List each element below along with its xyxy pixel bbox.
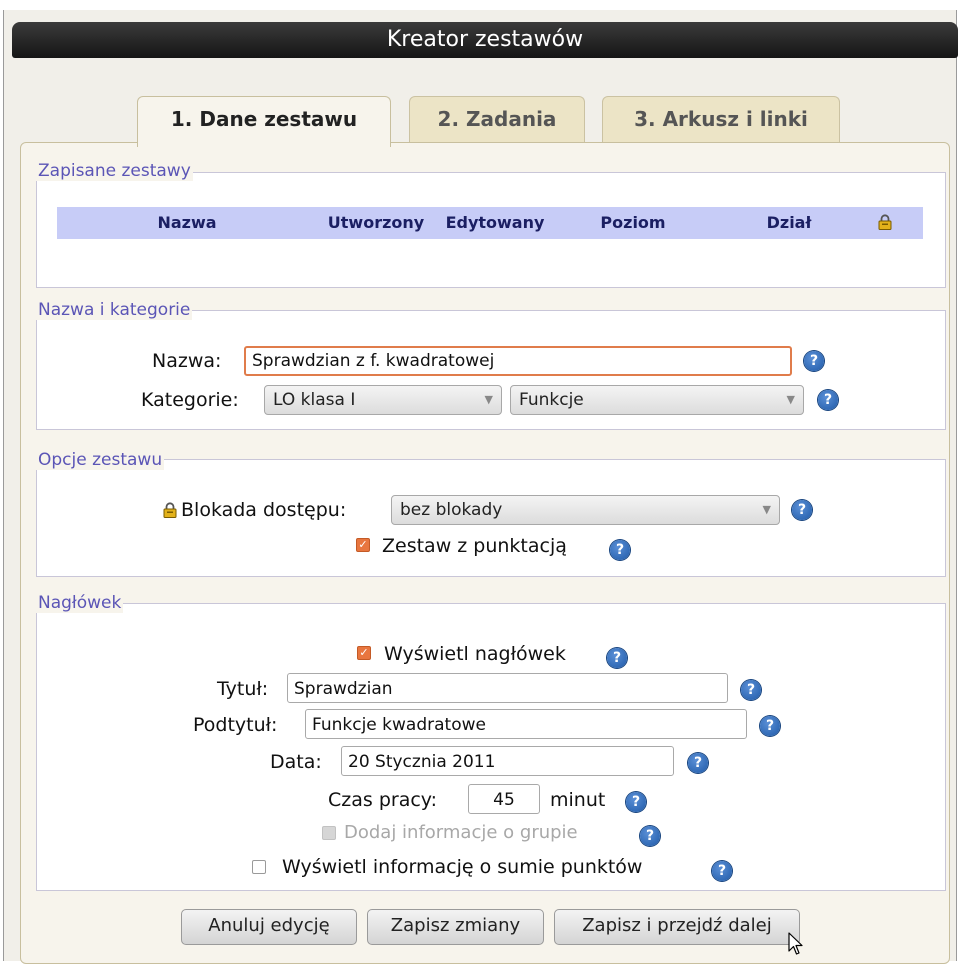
group-info-checkbox[interactable] bbox=[322, 826, 336, 840]
work-time-label: Czas pracy: bbox=[328, 789, 438, 811]
lock-icon bbox=[163, 502, 177, 518]
cancel-edit-button[interactable]: Anuluj edycję bbox=[181, 909, 357, 945]
help-icon[interactable]: ? bbox=[792, 500, 812, 520]
help-icon[interactable]: ? bbox=[741, 680, 761, 700]
category-label: Kategorie: bbox=[141, 389, 239, 411]
header-legend: Nagłówek bbox=[36, 593, 124, 613]
save-changes-button[interactable]: Zapisz zmiany bbox=[367, 909, 544, 945]
chevron-down-icon: ▼ bbox=[762, 503, 771, 516]
help-icon[interactable]: ? bbox=[626, 792, 646, 812]
title-label: Tytuł: bbox=[217, 678, 269, 700]
window-title: Kreator zestawów bbox=[12, 22, 958, 58]
show-header-label: Wyświetl nagłówek bbox=[384, 643, 566, 665]
work-time-input[interactable]: 45 bbox=[468, 784, 540, 814]
tab-arkusz-i-linki[interactable]: 3. Arkusz i linki bbox=[602, 96, 840, 143]
points-sum-checkbox[interactable] bbox=[252, 860, 266, 874]
column-header-utworzony[interactable]: Utworzony bbox=[317, 207, 435, 239]
category-select-2[interactable]: Funkcje ▼ bbox=[510, 385, 804, 415]
subtitle-label: Podtytuł: bbox=[193, 714, 278, 736]
help-icon[interactable]: ? bbox=[712, 861, 732, 881]
help-icon[interactable]: ? bbox=[804, 351, 824, 371]
saved-sets-table-header: Nazwa Utworzony Edytowany Poziom Dział bbox=[57, 207, 923, 239]
save-and-next-button[interactable]: Zapisz i przejdź dalej bbox=[554, 909, 800, 945]
access-lock-select[interactable]: bez blokady ▼ bbox=[391, 495, 780, 525]
subtitle-input[interactable]: Funkcje kwadratowe bbox=[305, 709, 747, 739]
category-select-1-value: LO klasa I bbox=[273, 390, 356, 410]
mouse-cursor-icon bbox=[788, 932, 803, 955]
name-category-legend: Nazwa i kategorie bbox=[36, 300, 193, 320]
column-header-poziom[interactable]: Poziom bbox=[555, 207, 711, 239]
title-input[interactable]: Sprawdzian bbox=[287, 673, 728, 703]
date-input[interactable]: 20 Stycznia 2011 bbox=[341, 746, 674, 776]
access-lock-label: Blokada dostępu: bbox=[181, 499, 347, 521]
scoring-label: Zestaw z punktacją bbox=[382, 535, 567, 557]
options-legend: Opcje zestawu bbox=[36, 450, 165, 470]
scoring-checkbox[interactable]: ✓ bbox=[356, 538, 370, 552]
help-icon[interactable]: ? bbox=[610, 540, 630, 560]
access-lock-value: bez blokady bbox=[400, 500, 503, 520]
help-icon[interactable]: ? bbox=[688, 753, 708, 773]
help-icon[interactable]: ? bbox=[607, 648, 627, 668]
help-icon[interactable]: ? bbox=[818, 390, 838, 410]
points-sum-label: Wyświetl informację o sumie punktów bbox=[282, 856, 643, 878]
category-select-2-value: Funkcje bbox=[519, 390, 584, 410]
tab-zadania[interactable]: 2. Zadania bbox=[409, 96, 585, 143]
group-info-label: Dodaj informacje o grupie bbox=[344, 822, 578, 843]
help-icon[interactable]: ? bbox=[760, 716, 780, 736]
chevron-down-icon: ▼ bbox=[484, 393, 493, 406]
column-header-dzial[interactable]: Dział bbox=[711, 207, 867, 239]
saved-sets-legend: Zapisane zestawy bbox=[36, 161, 193, 181]
help-icon[interactable]: ? bbox=[640, 826, 660, 846]
chevron-down-icon: ▼ bbox=[786, 393, 795, 406]
work-time-unit: minut bbox=[550, 789, 606, 811]
tab-dane-zestawu[interactable]: 1. Dane zestawu bbox=[137, 96, 391, 147]
show-header-checkbox[interactable]: ✓ bbox=[357, 646, 371, 660]
category-select-1[interactable]: LO klasa I ▼ bbox=[264, 385, 502, 415]
column-header-edytowany[interactable]: Edytowany bbox=[435, 207, 555, 239]
date-label: Data: bbox=[270, 751, 322, 773]
name-label: Nazwa: bbox=[152, 350, 222, 372]
lock-icon bbox=[878, 214, 892, 230]
name-input[interactable]: Sprawdzian z f. kwadratowej bbox=[244, 346, 792, 376]
column-header-nazwa[interactable]: Nazwa bbox=[57, 207, 317, 239]
